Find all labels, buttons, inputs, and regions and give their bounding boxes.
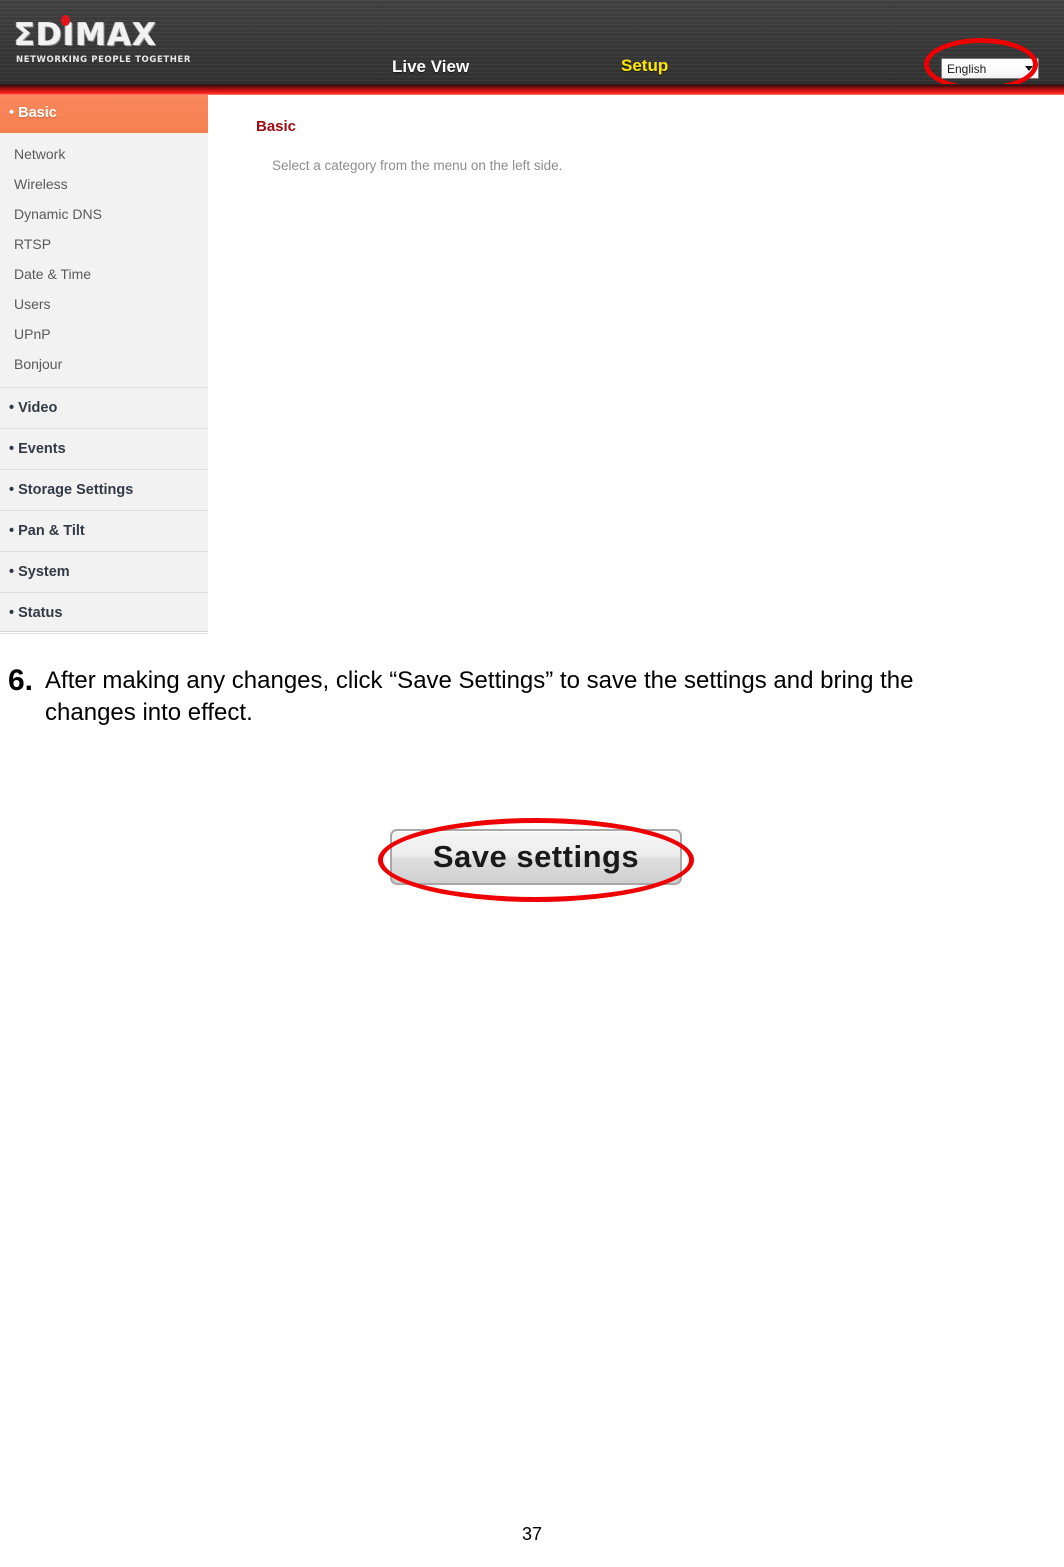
sidebar-item-network[interactable]: Network — [0, 139, 208, 169]
ui-header-bar: ΣDIMAX NETWORKING PEOPLE TOGETHER Live V… — [0, 0, 1064, 91]
page-title: Basic — [256, 118, 297, 135]
logo-wordmark: ΣDIMAX — [14, 17, 158, 53]
sidebar-item-upnp[interactable]: UPnP — [0, 319, 208, 349]
sidebar-bullet-icon: • — [9, 605, 15, 621]
sidebar-item-dynamic-dns[interactable]: Dynamic DNS — [0, 199, 208, 229]
sidebar-bullet-icon: • — [9, 482, 15, 498]
logo-tagline: NETWORKING PEOPLE TOGETHER — [16, 55, 192, 65]
step-number: 6. — [8, 664, 34, 697]
sidebar-section-storage-settings[interactable]: • Storage Settings — [0, 470, 208, 511]
sidebar-bullet-icon: • — [9, 441, 15, 457]
sidebar-section-pan-tilt-label: Pan & Tilt — [18, 523, 85, 539]
sidebar-section-status-label: Status — [18, 605, 63, 621]
sidebar-section-status[interactable]: • Status — [0, 593, 208, 634]
sidebar-section-video[interactable]: • Video — [0, 388, 208, 429]
camera-web-ui-screenshot: ΣDIMAX NETWORKING PEOPLE TOGETHER Live V… — [0, 0, 1064, 634]
sidebar-section-basic-label: Basic — [18, 105, 57, 121]
nav-live-view[interactable]: Live View — [392, 57, 469, 77]
sidebar-bullet-icon: • — [9, 523, 15, 539]
sidebar-section-video-label: Video — [18, 400, 58, 416]
sidebar-section-events[interactable]: • Events — [0, 429, 208, 470]
sidebar-item-users[interactable]: Users — [0, 289, 208, 319]
edimax-logo: ΣDIMAX NETWORKING PEOPLE TOGETHER — [14, 12, 194, 70]
sidebar-bullet-icon: • — [9, 400, 15, 416]
nav-setup[interactable]: Setup — [621, 56, 668, 76]
sidebar-item-rtsp[interactable]: RTSP — [0, 229, 208, 259]
content-description: Select a category from the menu on the l… — [272, 158, 563, 173]
content-pane: Basic Select a category from the menu on… — [208, 95, 1064, 632]
sidebar-bullet-icon: • — [9, 105, 15, 121]
instruction-step: 6. After making any changes, click “Save… — [0, 665, 1048, 729]
step-text: After making any changes, click “Save Se… — [45, 667, 914, 726]
sidebar-section-basic[interactable]: • Basic — [0, 95, 208, 133]
sidebar-basic-subitems: Network Wireless Dynamic DNS RTSP Date &… — [0, 133, 208, 388]
page-number: 37 — [521, 1524, 543, 1544]
sidebar-section-system-label: System — [18, 564, 70, 580]
header-red-accent-band — [0, 84, 1064, 95]
sidebar-section-storage-settings-label: Storage Settings — [18, 482, 134, 498]
sidebar-item-wireless[interactable]: Wireless — [0, 169, 208, 199]
sidebar-item-date-time[interactable]: Date & Time — [0, 259, 208, 289]
sidebar-section-events-label: Events — [18, 441, 66, 457]
highlight-ellipse-save-button — [378, 818, 694, 902]
save-settings-figure: Save settings — [378, 818, 694, 916]
sidebar-menu: • Basic Network Wireless Dynamic DNS RTS… — [0, 95, 208, 634]
sidebar-section-system[interactable]: • System — [0, 552, 208, 593]
sidebar-item-bonjour[interactable]: Bonjour — [0, 349, 208, 379]
sidebar-section-pan-tilt[interactable]: • Pan & Tilt — [0, 511, 208, 552]
logo-red-dot-icon — [61, 15, 70, 26]
sidebar-bullet-icon: • — [9, 564, 15, 580]
